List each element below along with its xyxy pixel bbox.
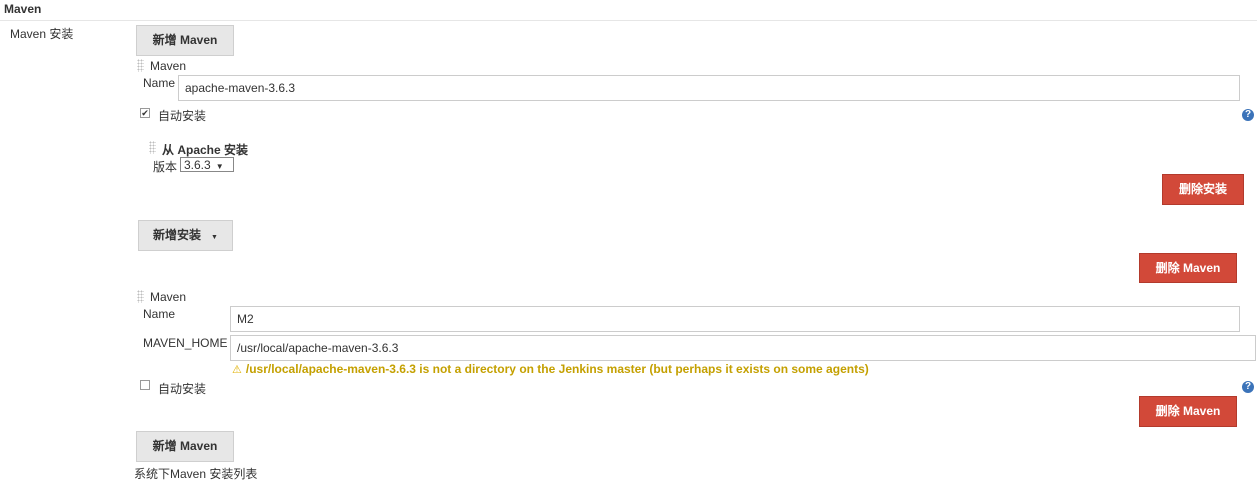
version-select[interactable]: 3.6.3 ▼: [180, 157, 234, 172]
delete-maven-button-1[interactable]: 删除 Maven: [1139, 253, 1237, 283]
help-icon[interactable]: ?: [1242, 381, 1254, 393]
drag-handle-icon[interactable]: [149, 141, 156, 154]
install2-auto-install-checkbox[interactable]: [140, 380, 150, 390]
install1-name-input[interactable]: [178, 75, 1240, 101]
installations-description: 系统下Maven 安装列表: [134, 467, 258, 481]
maven-installations-label: Maven 安装: [10, 27, 74, 41]
dropdown-arrow-icon: ▼: [215, 162, 224, 171]
section-title: Maven: [4, 2, 42, 16]
caret-down-icon: ▼: [211, 234, 218, 241]
install1-header: Maven: [150, 59, 187, 73]
install2-header: Maven: [150, 290, 187, 304]
maven-home-input[interactable]: [230, 335, 1256, 361]
drag-handle-icon[interactable]: [137, 290, 144, 303]
version-value: 3.6.3: [184, 158, 211, 172]
delete-installer-button[interactable]: 删除安装: [1162, 174, 1244, 205]
install1-name-label: Name: [143, 76, 176, 90]
install2-name-label: Name: [143, 307, 176, 321]
maven-home-warning: ⚠/usr/local/apache-maven-3.6.3 is not a …: [232, 362, 869, 376]
install2-auto-install-label: 自动安装: [158, 382, 207, 396]
maven-home-label: MAVEN_HOME: [143, 336, 228, 350]
drag-handle-icon[interactable]: [137, 59, 144, 72]
delete-maven-button-2[interactable]: 删除 Maven: [1139, 396, 1237, 427]
warning-icon: ⚠: [232, 364, 242, 376]
version-label: 版本: [153, 160, 178, 174]
install1-auto-install-checkbox[interactable]: ✔: [140, 108, 150, 118]
add-maven-button-top[interactable]: 新增 Maven: [136, 25, 234, 56]
add-installer-button[interactable]: 新增安装 ▼: [138, 220, 233, 251]
install2-name-input[interactable]: [230, 306, 1240, 332]
add-maven-button-bottom[interactable]: 新增 Maven: [136, 431, 234, 462]
warning-text: /usr/local/apache-maven-3.6.3 is not a d…: [245, 362, 869, 376]
help-icon[interactable]: ?: [1242, 109, 1254, 121]
install1-auto-install-label: 自动安装: [158, 109, 207, 123]
installer-header: 从 Apache 安装: [162, 143, 249, 157]
add-installer-label: 新增安装: [153, 228, 202, 242]
section-divider: [0, 20, 1257, 21]
